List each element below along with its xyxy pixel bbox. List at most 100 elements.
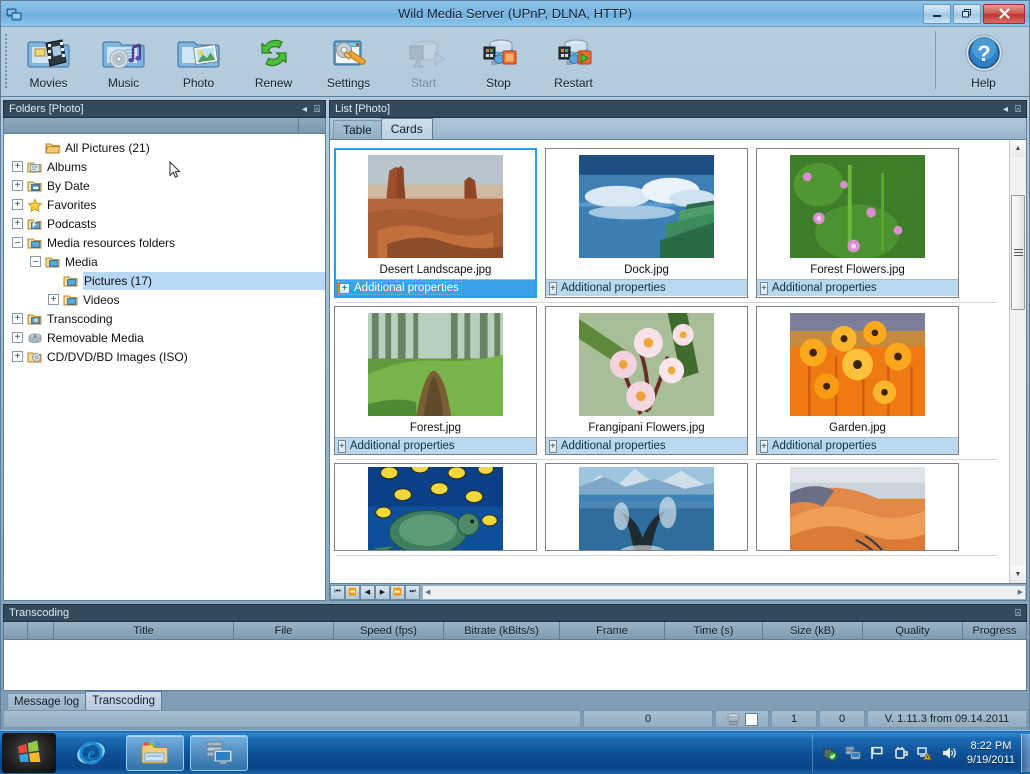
list-pin-icon[interactable]: ⍓ [1015, 104, 1021, 115]
expand-plus-icon[interactable]: + [339, 282, 350, 294]
media-card[interactable]: Forest Flowers.jpg + Additional properties [756, 148, 959, 298]
tree-expander-button[interactable]: + [48, 294, 59, 305]
additional-properties-toggle[interactable]: + Additional properties [757, 279, 958, 296]
bottom-tab-message-log[interactable]: Message log [7, 693, 87, 710]
close-button[interactable] [983, 3, 1025, 24]
tree-expander-button[interactable]: + [12, 332, 23, 343]
expand-plus-icon[interactable]: + [338, 440, 346, 453]
bottom-tab-transcoding[interactable]: Transcoding [85, 691, 163, 710]
toolbar-button-help[interactable]: ? Help [946, 27, 1021, 95]
network-warning-icon[interactable] [917, 745, 933, 761]
tab-table[interactable]: Table [333, 120, 382, 139]
tab-cards[interactable]: Cards [380, 118, 433, 139]
transcoding-column-frame[interactable]: Frame [560, 622, 665, 639]
tree-expander-button[interactable]: + [12, 180, 23, 191]
transcoding-column-quality[interactable]: Quality [863, 622, 963, 639]
volume-speaker-icon[interactable] [941, 745, 957, 761]
tree-expander-button[interactable]: + [12, 313, 23, 324]
last-record-button[interactable]: ⏭ [405, 584, 420, 600]
tree-item-pictures-17[interactable]: Pictures (17) [4, 271, 325, 290]
media-card[interactable]: Frangipani Flowers.jpg + Additional proper… [545, 306, 748, 455]
media-card[interactable]: Forest.jpg + Additional properties [334, 306, 537, 455]
transcoding-column-blank-1[interactable] [28, 622, 54, 639]
show-desktop-button[interactable] [1021, 733, 1030, 772]
tree-expander-button[interactable]: + [12, 199, 23, 210]
transcoding-column-file[interactable]: File [234, 622, 334, 639]
toolbar-button-photo[interactable]: Photo [161, 27, 236, 95]
scroll-track-top[interactable] [1010, 157, 1026, 195]
cards-vertical-scrollbar[interactable]: ▲ ▼ [1009, 140, 1026, 583]
tree-expander-button[interactable]: + [12, 161, 23, 172]
additional-properties-toggle[interactable]: + Additional properties [546, 279, 747, 296]
expand-plus-icon[interactable]: + [549, 282, 557, 295]
tree-item-media[interactable]: – Media [4, 252, 325, 271]
media-card[interactable]: Desert Landscape.jpg + Additional properti… [334, 148, 537, 298]
next-page-button[interactable]: ⏩ [390, 584, 405, 600]
toolbar-button-start[interactable]: Start [386, 27, 461, 95]
media-card[interactable]: +Additional properties [756, 463, 959, 551]
tree-item-transcoding[interactable]: + Transcoding [4, 309, 325, 328]
power-plug-icon[interactable] [893, 745, 909, 761]
first-record-button[interactable]: ⏮ [330, 584, 345, 600]
additional-properties-toggle[interactable]: + Additional properties [757, 437, 958, 454]
tree-item-cd-dvd-bd-images-iso[interactable]: + CD/DVD/BD Images (ISO) [4, 347, 325, 366]
prev-record-button[interactable]: ◀ [360, 584, 375, 600]
folders-tree[interactable]: All Pictures (21) + Albums + By Date + Favorit… [3, 134, 326, 601]
toolbar-button-renew[interactable]: Renew [236, 27, 311, 95]
tree-item-removable-media[interactable]: + Removable Media [4, 328, 325, 347]
folders-collapse-icon[interactable]: ◂ [302, 104, 307, 115]
tree-item-all-pictures-21[interactable]: All Pictures (21) [4, 138, 325, 157]
transcoding-column-progress[interactable]: Progress [963, 622, 1026, 639]
expand-plus-icon[interactable]: + [760, 282, 768, 295]
media-card[interactable]: Garden.jpg + Additional properties [756, 306, 959, 455]
taskbar-internet-explorer[interactable]: e [62, 735, 120, 771]
additional-properties-toggle[interactable]: + Additional properties [336, 279, 535, 296]
scroll-up-button[interactable]: ▲ [1010, 140, 1026, 157]
tree-item-media-resources-folders[interactable]: – Media resources folders [4, 233, 325, 252]
expand-plus-icon[interactable]: + [549, 440, 557, 453]
tree-expander-button[interactable]: + [12, 351, 23, 362]
toolbar-gripper[interactable] [4, 33, 8, 90]
antivirus-shield-icon[interactable] [821, 745, 837, 761]
media-server-tray-icon[interactable] [845, 745, 861, 761]
transcoding-grid[interactable] [3, 640, 1027, 691]
toolbar-button-settings[interactable]: Settings [311, 27, 386, 95]
tree-item-videos[interactable]: + Videos [4, 290, 325, 309]
cards-horizontal-scrollbar[interactable]: ◀ ▶ [422, 584, 1026, 600]
toolbar-button-music[interactable]: Music [86, 27, 161, 95]
scroll-track-bottom[interactable] [1010, 310, 1026, 566]
tree-item-albums[interactable]: + Albums [4, 157, 325, 176]
tree-expander-button[interactable]: – [12, 237, 23, 248]
transcoding-pin-icon[interactable]: ⍓ [1015, 608, 1021, 619]
transcoding-column-blank-0[interactable] [4, 622, 28, 639]
hscroll-right-arrow[interactable]: ▶ [1018, 588, 1023, 596]
tree-item-podcasts[interactable]: + Podcasts [4, 214, 325, 233]
transcoding-column-size-kb[interactable]: Size (kB) [763, 622, 863, 639]
additional-properties-toggle[interactable]: + Additional properties [546, 437, 747, 454]
next-record-button[interactable]: ▶ [375, 584, 390, 600]
scroll-down-button[interactable]: ▼ [1010, 566, 1026, 583]
scroll-thumb[interactable] [1011, 195, 1025, 310]
transcoding-column-time-s[interactable]: Time (s) [665, 622, 763, 639]
toolbar-button-movies[interactable]: Movies [11, 27, 86, 95]
toolbar-button-restart[interactable]: Restart [536, 27, 611, 95]
tree-column-main[interactable] [4, 118, 299, 133]
taskbar-clock[interactable]: 8:22 PM 9/19/2011 [961, 739, 1021, 767]
media-card[interactable]: +Additional properties [545, 463, 748, 551]
taskbar-media-server[interactable] [190, 734, 248, 771]
additional-properties-toggle[interactable]: + Additional properties [335, 437, 536, 454]
tree-expander-button[interactable]: + [12, 218, 23, 229]
transcoding-column-speed-fps[interactable]: Speed (fps) [334, 622, 444, 639]
taskbar-explorer[interactable] [126, 734, 184, 771]
device-status-checkbox[interactable] [745, 712, 758, 726]
hscroll-left-arrow[interactable]: ◀ [425, 588, 430, 596]
tree-item-by-date[interactable]: + By Date [4, 176, 325, 195]
minimize-button[interactable] [923, 3, 951, 24]
list-collapse-icon[interactable]: ◂ [1003, 104, 1008, 115]
toolbar-button-stop[interactable]: Stop [461, 27, 536, 95]
flag-action-center-icon[interactable] [869, 745, 885, 761]
media-card[interactable]: Dock.jpg + Additional properties [545, 148, 748, 298]
transcoding-column-bitrate-kbits-s[interactable]: Bitrate (kBits/s) [444, 622, 560, 639]
folders-pin-icon[interactable]: ⍓ [314, 104, 320, 115]
maximize-restore-button[interactable] [953, 3, 981, 24]
